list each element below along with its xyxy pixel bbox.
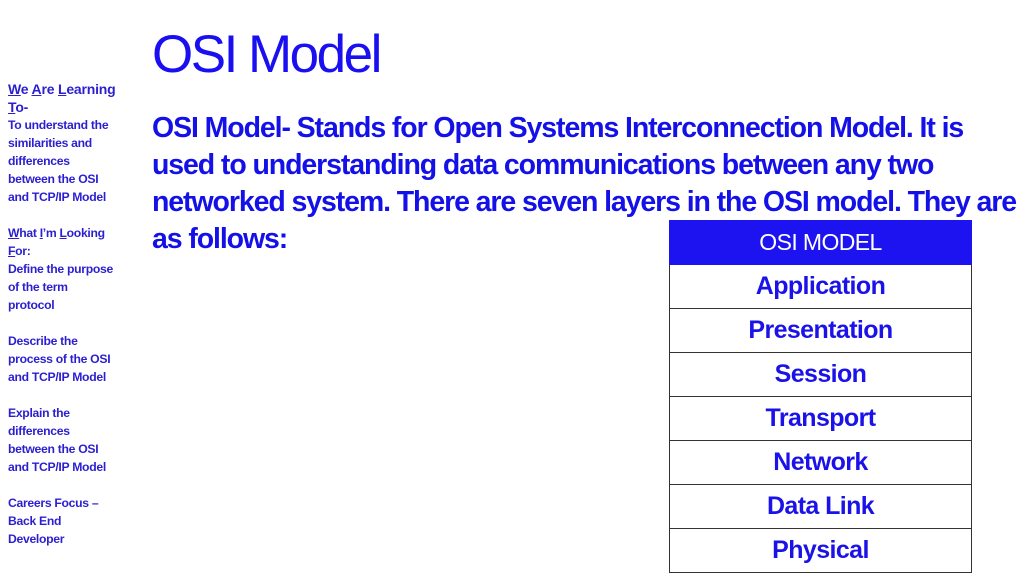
- layer-physical: Physical: [669, 528, 972, 573]
- what-im-looking-for-heading: What I’m Looking For:: [8, 226, 105, 258]
- layer-network: Network: [669, 440, 972, 485]
- goal-define-protocol: Define the purpose of the term protocol: [8, 262, 113, 312]
- table-row: Data Link: [669, 484, 972, 529]
- osi-table-header: OSI MODEL: [669, 220, 972, 265]
- layer-transport: Transport: [669, 396, 972, 441]
- layer-application: Application: [669, 264, 972, 309]
- we-are-learning-to-heading: We Are Learning To-: [8, 81, 116, 115]
- table-row: Physical: [669, 528, 972, 573]
- layer-presentation: Presentation: [669, 308, 972, 353]
- goal-describe-process: Describe the process of the OSI and TCP/…: [8, 334, 111, 384]
- goal-explain-differences: Explain the differences between the OSI …: [8, 406, 106, 474]
- learning-objectives-sidebar: We Are Learning To- To understand the si…: [8, 80, 138, 548]
- table-row: Presentation: [669, 308, 972, 353]
- layer-session: Session: [669, 352, 972, 397]
- table-row: Network: [669, 440, 972, 485]
- goal-careers-focus: Careers Focus – Back End Developer: [8, 496, 99, 546]
- layer-data-link: Data Link: [669, 484, 972, 529]
- table-row: Session: [669, 352, 972, 397]
- table-row: Application: [669, 264, 972, 309]
- osi-model-table: OSI MODEL Application Presentation Sessi…: [669, 220, 972, 573]
- table-row: Transport: [669, 396, 972, 441]
- learning-objective: To understand the similarities and diffe…: [8, 118, 109, 204]
- slide-title: OSI Model: [152, 25, 382, 84]
